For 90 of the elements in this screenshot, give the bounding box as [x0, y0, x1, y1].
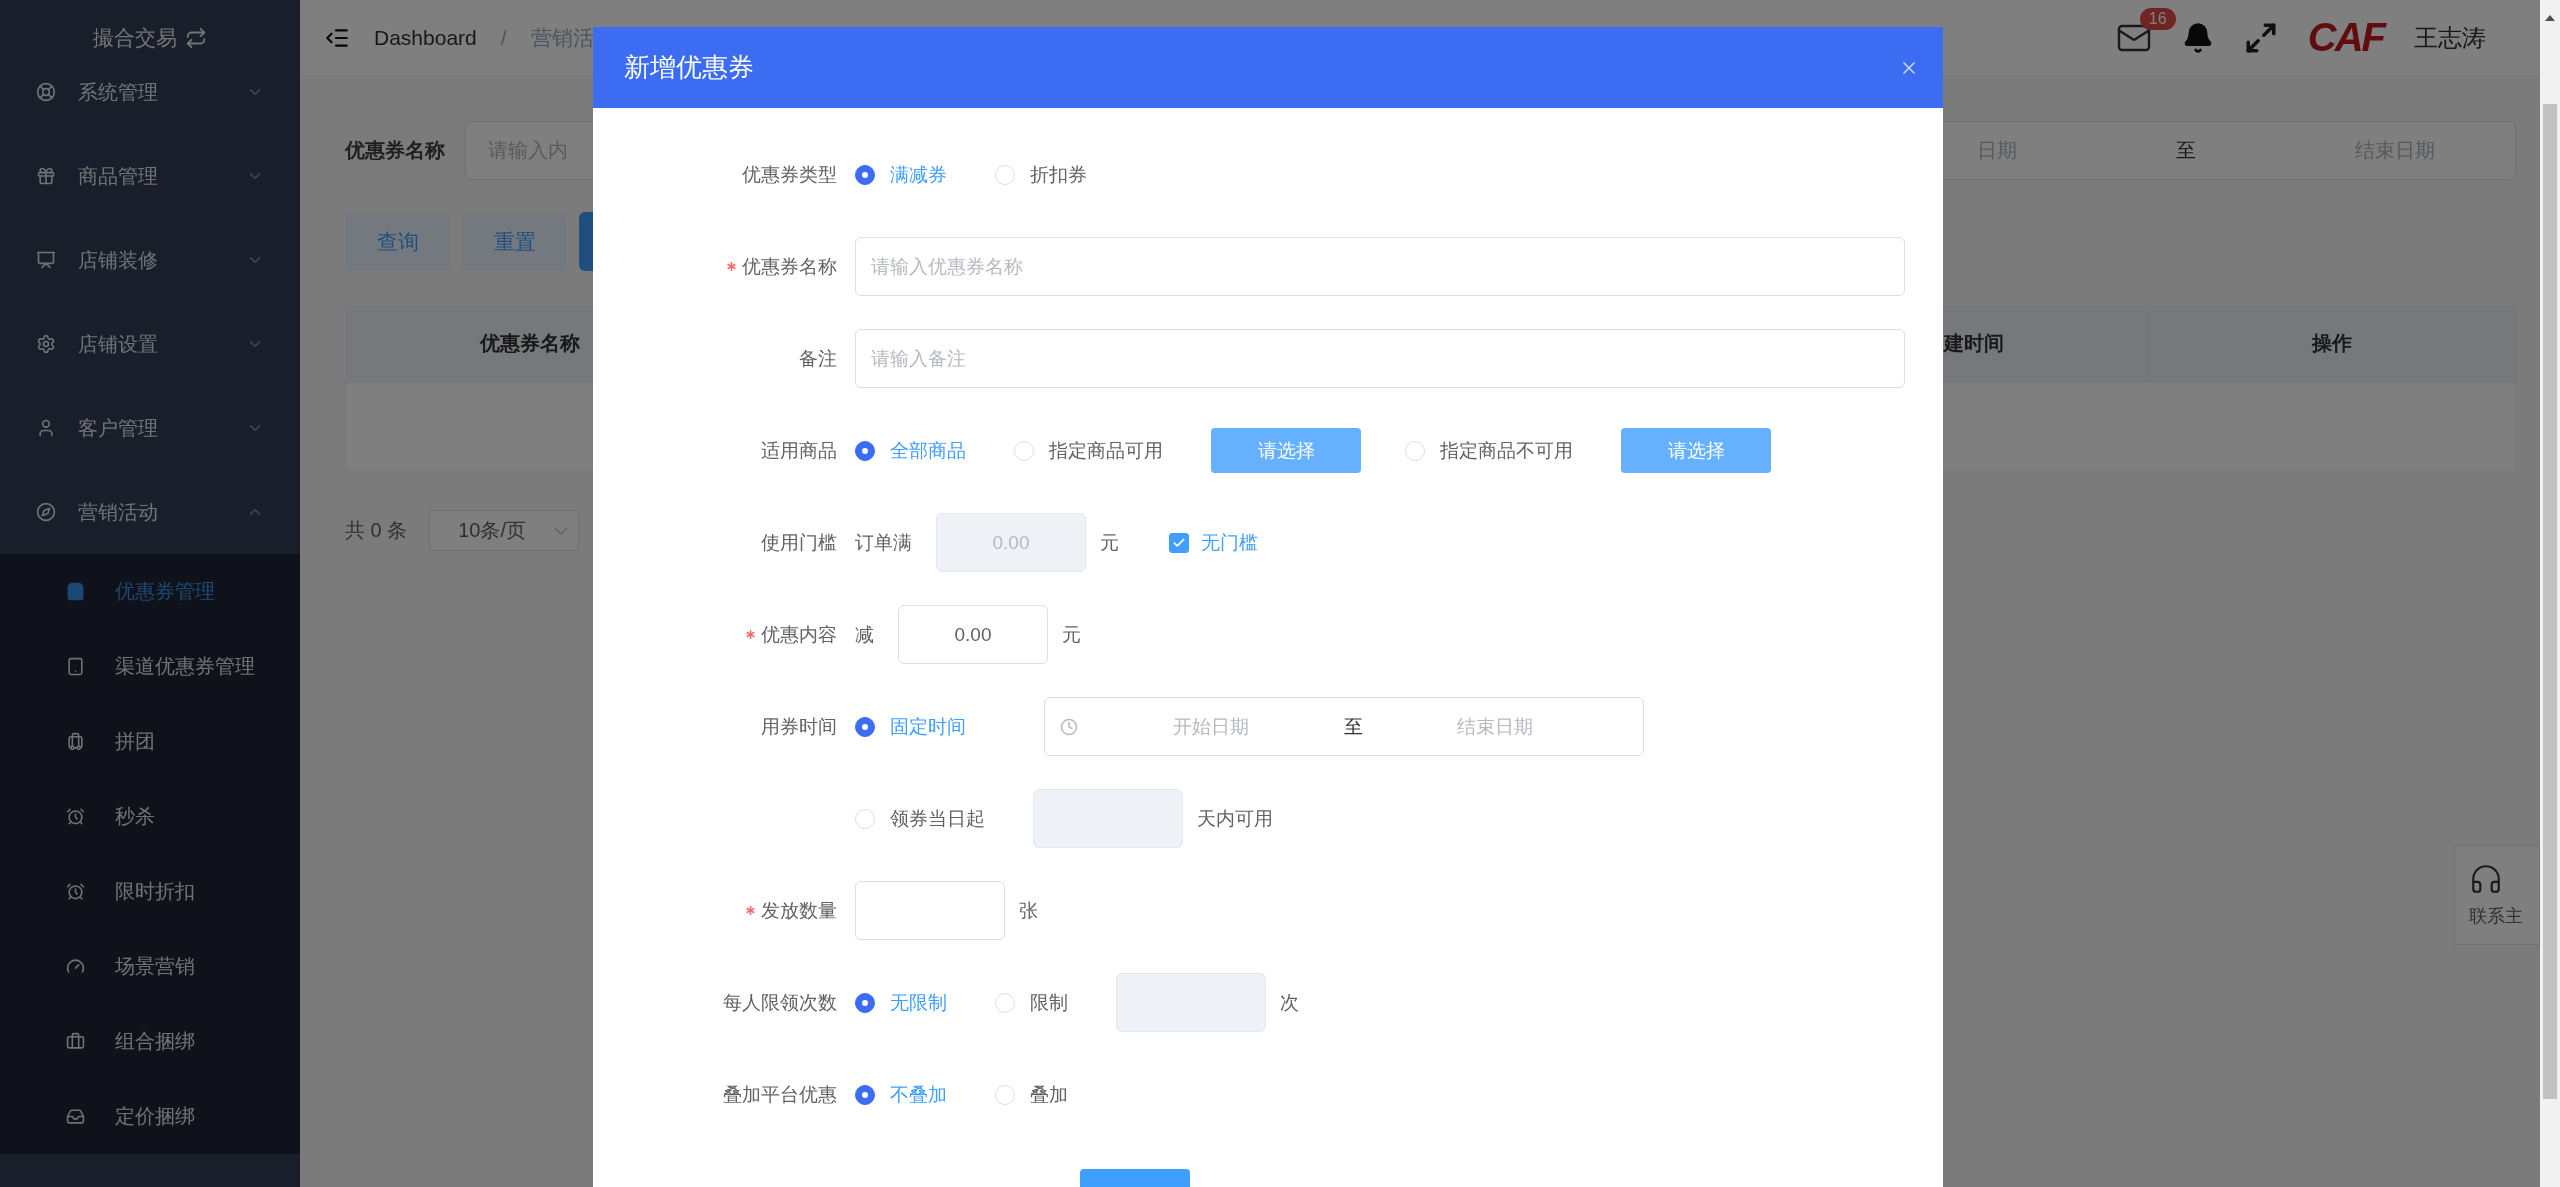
radio-option[interactable]: 领券当日起 — [855, 805, 985, 832]
contact-button[interactable]: 联系主 — [2454, 845, 2540, 945]
select-button[interactable]: 请选择 — [1621, 428, 1771, 473]
easel-icon — [36, 250, 56, 270]
submenu-item[interactable]: 渠道优惠券管理 — [0, 629, 300, 704]
user-name[interactable]: 王志涛 — [2414, 21, 2486, 54]
unit-text: 次 — [1280, 990, 1299, 1015]
unit-text: 元 — [1062, 622, 1081, 647]
unit-text: 元 — [1100, 530, 1119, 555]
lifebuoy-icon — [36, 82, 56, 102]
submenu-item[interactable]: 秒杀 — [0, 779, 300, 854]
luggage-icon — [66, 732, 85, 751]
input-field[interactable]: 请输入备注 — [855, 329, 1905, 388]
radio-option[interactable]: 叠加 — [995, 1081, 1068, 1108]
unit-text: 张 — [1019, 898, 1038, 923]
briefcase-icon — [66, 1032, 85, 1051]
unit-text: 减 — [855, 622, 874, 647]
radio-option[interactable]: 不叠加 — [855, 1081, 947, 1108]
form-label: 使用门槛 — [761, 530, 837, 555]
form-label: 适用商品 — [761, 438, 837, 463]
required-icon — [727, 262, 736, 271]
form-label: 用券时间 — [761, 714, 837, 739]
count-badge: 16 — [2139, 7, 2176, 30]
submenu-item[interactable]: 拼团 — [0, 704, 300, 779]
form-label: 优惠内容 — [761, 622, 837, 647]
menu-item[interactable]: 营销活动 — [0, 470, 300, 554]
dialog-title: 新增优惠券 — [624, 51, 754, 84]
filter-label: 优惠券名称 — [345, 137, 445, 163]
required-icon — [746, 906, 755, 915]
switch-icon[interactable] — [185, 27, 207, 49]
clock-icon — [1060, 717, 1078, 736]
date-range-field[interactable]: 开始日期 至 结束日期 — [1044, 697, 1644, 756]
radio-option[interactable]: 无限制 — [855, 989, 947, 1016]
input-field[interactable]: 请输入优惠券名称 — [855, 237, 1905, 296]
radio-option[interactable]: 指定商品不可用 — [1405, 437, 1573, 464]
radio-option[interactable]: 指定商品可用 — [1014, 437, 1163, 464]
menu-item[interactable]: 系统管理 — [0, 50, 300, 134]
radio-option[interactable]: 全部商品 — [855, 437, 966, 464]
input-field[interactable] — [855, 881, 1005, 940]
compass-icon — [36, 502, 56, 522]
logo: CAF — [2307, 15, 2384, 60]
submenu-item[interactable]: 场景营销 — [0, 929, 300, 1004]
input-field[interactable]: 0.00 — [898, 605, 1048, 664]
unit-text: 订单满 — [855, 530, 912, 555]
tablet-icon — [66, 657, 85, 676]
unit-text: 天内可用 — [1197, 806, 1273, 831]
breadcrumb-separator: / — [500, 25, 507, 50]
user-icon — [36, 418, 56, 438]
required-icon — [746, 630, 755, 639]
gear-icon — [36, 334, 56, 354]
checkbox-option[interactable]: 无门槛 — [1169, 529, 1258, 556]
form-label: 优惠券类型 — [742, 162, 837, 187]
form-label: 每人限领次数 — [723, 990, 837, 1015]
radio-option[interactable]: 限制 — [995, 989, 1068, 1016]
column-header: 优惠券名称 — [479, 331, 580, 356]
select-button[interactable]: 请选择 — [1211, 428, 1361, 473]
form-label: 备注 — [799, 346, 837, 371]
scrollbar[interactable] — [2540, 0, 2560, 1187]
menu-item[interactable]: 商品管理 — [0, 134, 300, 218]
menu-item[interactable]: 店铺设置 — [0, 302, 300, 386]
app-title: 撮合交易 — [93, 25, 177, 51]
alarm-clock-icon — [66, 882, 85, 901]
gauge-icon — [66, 957, 85, 976]
radio-option[interactable]: 固定时间 — [855, 713, 966, 740]
chevron-icon — [554, 526, 569, 535]
fullscreen-icon[interactable] — [2243, 20, 2278, 55]
breadcrumb-item[interactable]: Dashboard — [374, 25, 477, 50]
menu-item[interactable]: 客户管理 — [0, 386, 300, 470]
alarm-clock-icon — [66, 807, 85, 826]
radio-option[interactable]: 折扣券 — [995, 161, 1087, 188]
bag-icon — [66, 582, 85, 601]
page-size-select[interactable]: 10条/页 — [429, 510, 580, 551]
action-button[interactable]: 查询 — [345, 212, 450, 271]
form-label: 优惠券名称 — [742, 254, 837, 279]
total-count: 共 0 条 — [345, 518, 408, 543]
column-header: 建时间 — [1943, 331, 2004, 356]
form-label: 叠加平台优惠 — [723, 1082, 837, 1107]
inbox-icon — [66, 1107, 85, 1126]
headset-icon — [2469, 862, 2503, 896]
submenu-item[interactable]: 限时折扣 — [0, 854, 300, 929]
submenu-item[interactable]: 定价捆绑 — [0, 1079, 300, 1154]
scroll-up-icon[interactable] — [2544, 14, 2556, 22]
submenu-item[interactable]: 优惠券管理 — [0, 554, 300, 629]
action-button[interactable]: 重置 — [462, 212, 567, 271]
column-header: 操作 — [2311, 331, 2352, 356]
radio-option[interactable]: 满减券 — [855, 161, 947, 188]
menu-item[interactable]: 店铺装修 — [0, 218, 300, 302]
submenu-item[interactable]: 组合捆绑 — [0, 1004, 300, 1079]
form-label: 发放数量 — [761, 898, 837, 923]
gift-icon — [36, 166, 56, 186]
